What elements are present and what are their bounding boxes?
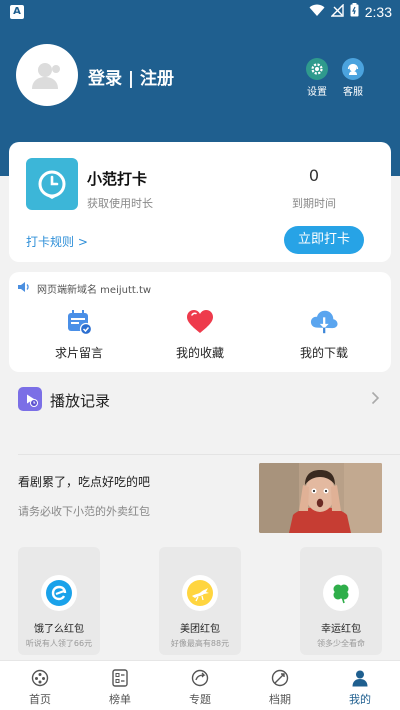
meituan-icon — [182, 575, 218, 611]
clock-icon — [26, 158, 78, 210]
play-history-label: 播放记录 — [50, 392, 111, 410]
calendar-icon — [65, 308, 93, 336]
status-icons: 2:33 — [309, 2, 392, 21]
schedule-icon — [270, 668, 290, 688]
gear-icon — [306, 58, 328, 80]
battery-icon — [350, 3, 359, 21]
features-card: 网页端新域名 meijutt.tw 求片留言 我的收藏 我的下载 — [9, 272, 391, 372]
nav-schedule[interactable]: 档期 — [240, 661, 320, 710]
coupon-tip: 好像最高有88元 — [170, 639, 230, 648]
checkin-title: 小范打卡 — [87, 170, 148, 188]
section-divider — [18, 454, 400, 455]
coupon-eleme[interactable]: 饿了么红包 听说有人领了66元 — [18, 547, 100, 655]
status-bar: A 2:33 — [0, 0, 400, 24]
nav-home[interactable]: 首页 — [0, 661, 80, 710]
promo-subtitle: 请务必收下小范的外卖红包 — [18, 505, 150, 518]
profile-icon — [350, 668, 370, 688]
coupon-name: 美团红包 — [180, 624, 220, 635]
expiry-count: 0 — [308, 166, 320, 185]
my-downloads-label: 我的下载 — [299, 346, 348, 360]
bottom-navigation: 首页 榜单 专题 档期 我的 — [0, 660, 400, 710]
customer-service-button[interactable]: 客服 — [333, 58, 373, 98]
customer-service-icon — [342, 58, 364, 80]
video-history-icon — [18, 387, 42, 411]
nav-topic[interactable]: 专题 — [160, 661, 240, 710]
topic-icon — [190, 668, 210, 688]
nav-home-label: 首页 — [29, 693, 51, 706]
eleme-icon — [41, 575, 77, 611]
request-message-label: 求片留言 — [54, 346, 103, 360]
settings-button[interactable]: 设置 — [297, 58, 337, 98]
nav-rank-label: 榜单 — [109, 693, 131, 706]
rank-icon — [110, 668, 130, 688]
my-favorites-label: 我的收藏 — [175, 346, 224, 360]
coupon-name: 幸运红包 — [321, 624, 361, 635]
speaker-icon — [17, 281, 31, 296]
coupon-meituan[interactable]: 美团红包 好像最高有88元 — [159, 547, 241, 655]
checkin-rules-link[interactable]: 打卡规则 > — [26, 233, 88, 250]
login-register-link[interactable]: 登录 | 注册 — [88, 64, 174, 89]
signal-off-icon — [330, 2, 344, 21]
settings-label: 设置 — [307, 87, 327, 98]
heart-icon — [186, 308, 214, 336]
clover-icon — [323, 575, 359, 611]
avatar[interactable] — [16, 44, 78, 106]
nav-schedule-label: 档期 — [269, 693, 291, 706]
nav-profile-label: 我的 — [349, 693, 371, 706]
promo-title: 看剧累了，吃点好吃的吧 — [18, 475, 151, 489]
coupon-tip: 领多少全看命 — [317, 639, 365, 648]
cloud-download-icon — [310, 308, 338, 336]
status-time: 2:33 — [364, 4, 392, 20]
domain-notice-text: 网页端新域名 meijutt.tw — [37, 285, 152, 296]
coupon-lucky[interactable]: 幸运红包 领多少全看命 — [300, 547, 382, 655]
domain-notice: 网页端新域名 meijutt.tw — [17, 281, 151, 296]
expiry-label: 到期时间 — [292, 197, 336, 210]
coupon-tip: 听说有人领了66元 — [25, 639, 93, 648]
play-history-row[interactable]: 播放记录 — [0, 380, 400, 420]
nav-topic-label: 专题 — [189, 693, 211, 706]
user-placeholder-icon — [32, 63, 60, 89]
home-icon — [30, 668, 50, 688]
customer-service-label: 客服 — [343, 87, 363, 98]
promo-image[interactable] — [259, 463, 382, 533]
my-downloads-button[interactable]: 我的下载 — [279, 308, 369, 361]
surprised-man-illustration — [259, 463, 382, 533]
checkin-card: 小范打卡 获取使用时长 0 到期时间 打卡规则 > 立即打卡 — [9, 142, 391, 262]
wifi-icon — [309, 4, 325, 21]
coupon-name: 饿了么红包 — [34, 624, 84, 635]
status-notification-badge: A — [10, 5, 24, 19]
checkin-subtitle: 获取使用时长 — [87, 197, 153, 210]
request-message-button[interactable]: 求片留言 — [34, 308, 124, 361]
chevron-right-icon — [371, 390, 380, 409]
nav-profile[interactable]: 我的 — [320, 661, 400, 710]
checkin-button[interactable]: 立即打卡 — [284, 226, 364, 254]
my-favorites-button[interactable]: 我的收藏 — [155, 308, 245, 361]
nav-rank[interactable]: 榜单 — [80, 661, 160, 710]
